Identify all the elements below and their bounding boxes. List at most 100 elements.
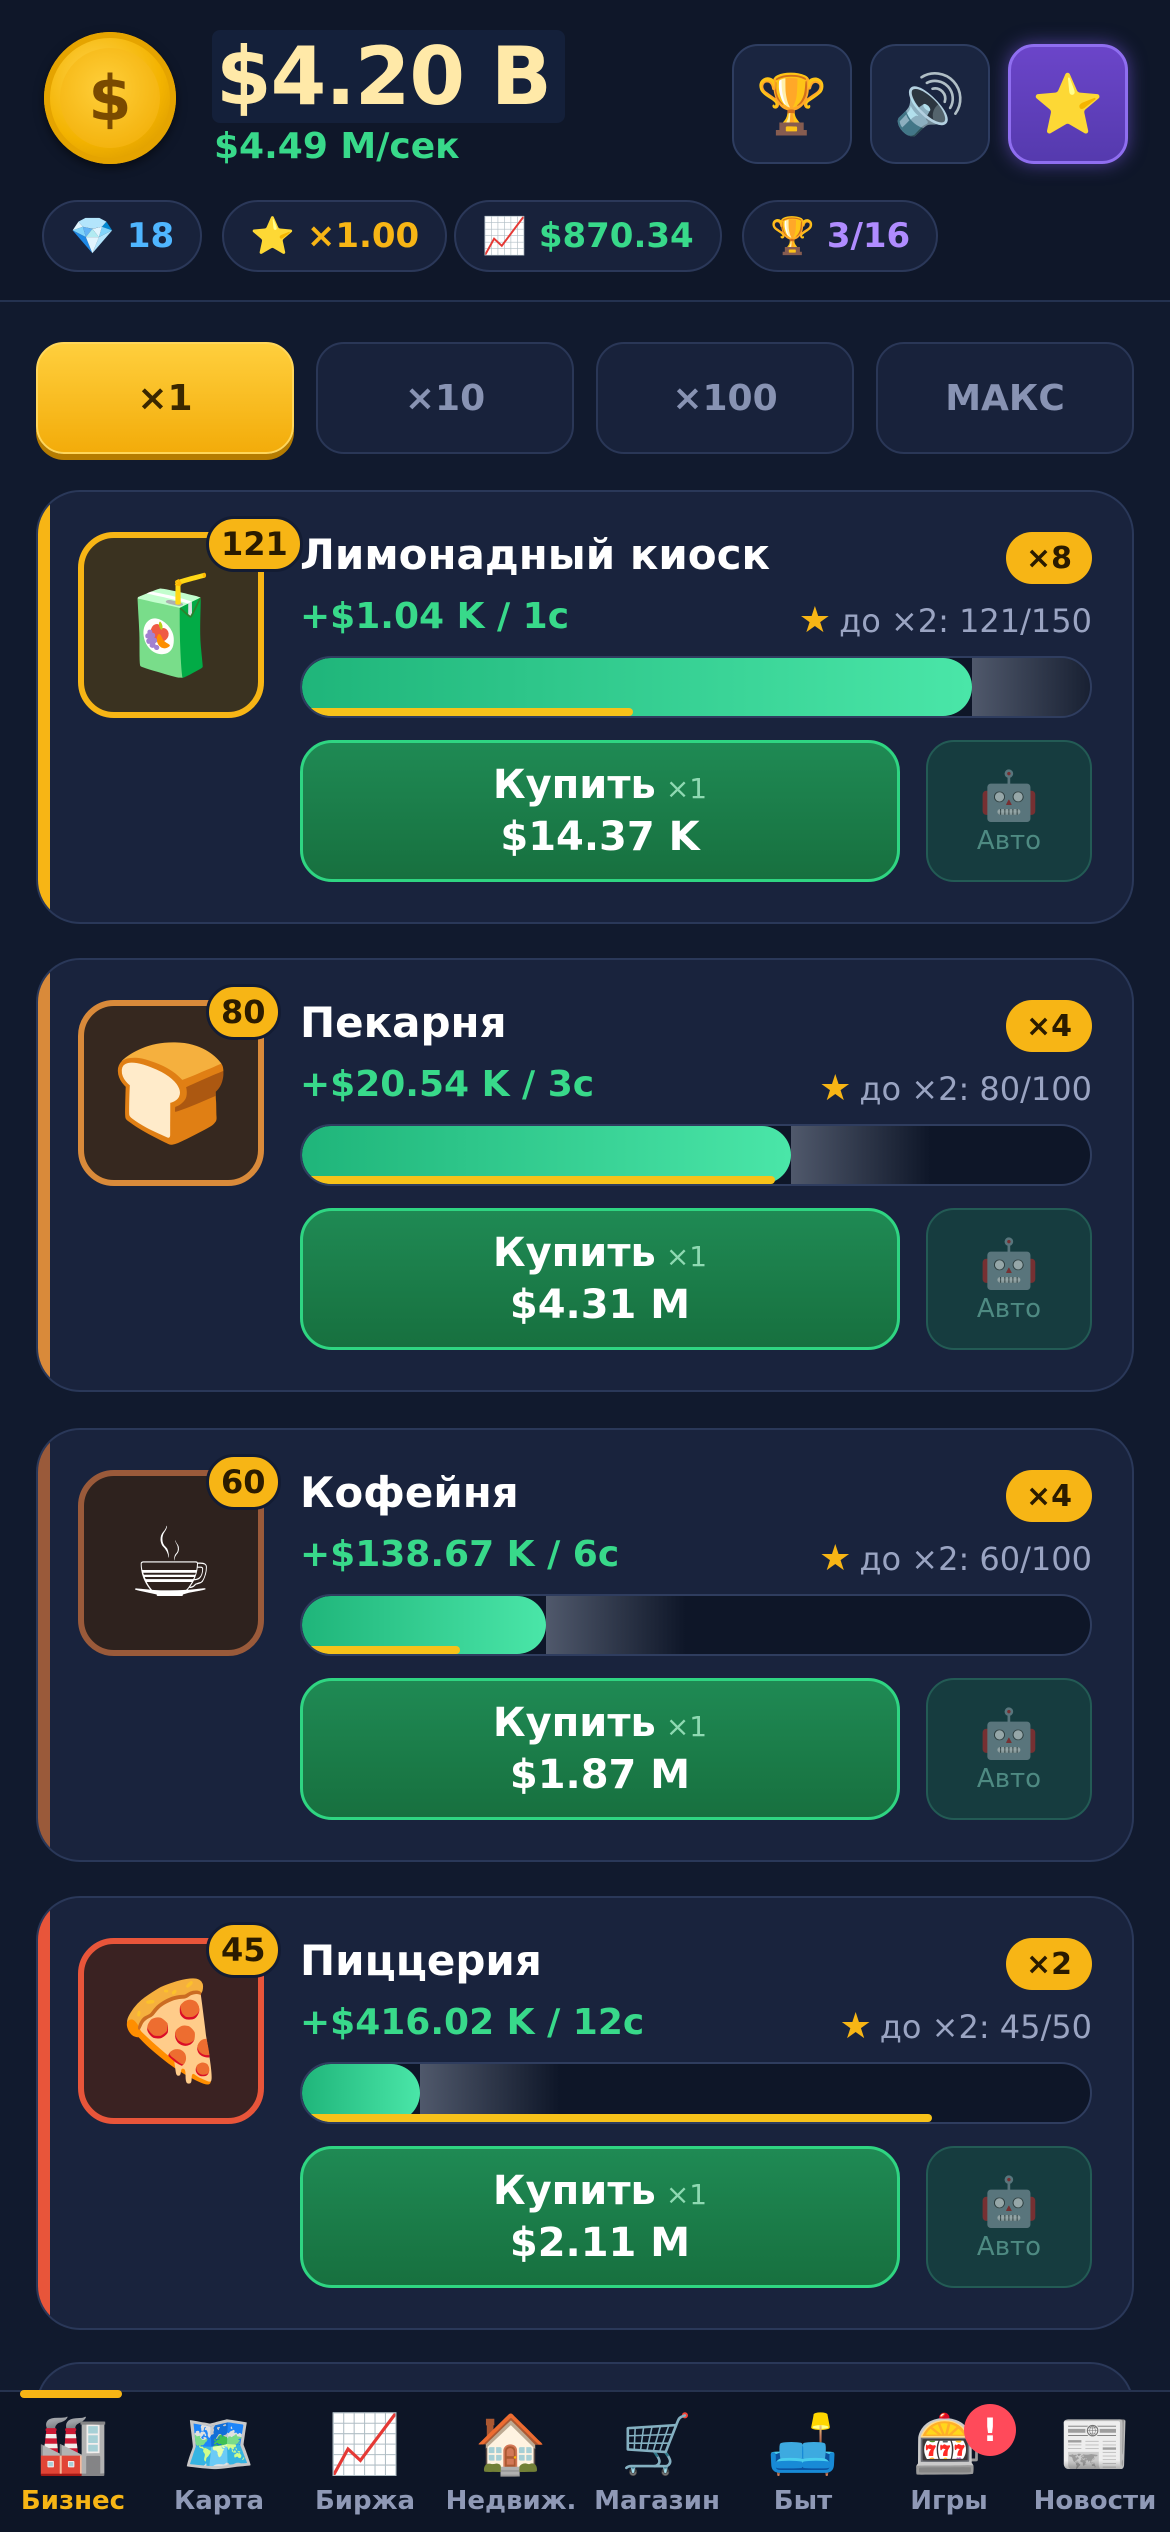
business-card: 🧃 121 Лимонадный киоск ×8 +$1.04 K / 1с … xyxy=(36,490,1134,924)
prestige-multiplier-chip[interactable]: ⭐ ×1.00 xyxy=(222,200,448,272)
progress-glow xyxy=(546,1596,687,1654)
income-rate: $4.49 M/сек xyxy=(214,126,460,167)
auto-manager-button[interactable]: 🤖 Авто xyxy=(926,1208,1092,1350)
nav-item-5[interactable]: 🛋️ Быт xyxy=(730,2408,876,2528)
milestone-progress-fill xyxy=(302,1176,775,1184)
business-card: ☕ 60 Кофейня ×4 +$138.67 K / 6с ★ до ×2:… xyxy=(36,1428,1134,1862)
stock-chip[interactable]: 📈 $870.34 xyxy=(454,200,722,272)
buy-quantity: ×1 xyxy=(665,772,708,805)
milestone-goal-text: до ×2: 45/50 xyxy=(879,2007,1092,2046)
nav-label: Магазин xyxy=(594,2486,720,2516)
gems-value: 18 xyxy=(126,216,175,256)
star-icon: ⭐ xyxy=(1031,69,1105,138)
star-icon: ★ xyxy=(798,600,832,641)
business-card: 🍞 80 Пекарня ×4 +$20.54 K / 3с ★ до ×2: … xyxy=(36,958,1134,1392)
star-icon: ★ xyxy=(819,1538,852,1579)
factory-icon: 🏭 xyxy=(36,2410,110,2478)
coin-icon: $ xyxy=(44,32,176,164)
business-name: Лимонадный киоск xyxy=(300,530,771,579)
achievements-value: 3/16 xyxy=(826,216,911,256)
business-income: +$138.67 K / 6с xyxy=(300,1534,620,1575)
nav-item-2[interactable]: 📈 Биржа xyxy=(292,2408,438,2528)
auto-label: Авто xyxy=(976,2231,1042,2262)
business-name: Пекарня xyxy=(300,998,507,1047)
bread-icon: 🍞 xyxy=(111,1036,231,1149)
auto-manager-button[interactable]: 🤖 Авто xyxy=(926,740,1092,882)
nav-item-4[interactable]: 🛒 Магазин xyxy=(584,2408,730,2528)
buy-price: $2.11 M xyxy=(509,2220,691,2266)
sound-button[interactable]: 🔊 xyxy=(870,44,990,164)
chart-up-icon: 📈 xyxy=(328,2410,402,2478)
nav-label: Игры xyxy=(910,2486,988,2516)
speaker-icon: 🔊 xyxy=(893,69,967,138)
achievements-chip[interactable]: 🏆 3/16 xyxy=(742,200,939,272)
stock-value: $870.34 xyxy=(538,216,694,256)
balance-value: $4.20 B xyxy=(212,30,565,123)
production-progress-bar xyxy=(300,656,1092,718)
nav-item-0[interactable]: 🏭 Бизнес xyxy=(0,2408,146,2528)
prestige-multiplier-value: ×1.00 xyxy=(306,216,420,256)
robot-icon: 🤖 xyxy=(979,767,1039,824)
tab-multiplier-max[interactable]: МАКС xyxy=(876,342,1134,454)
robot-icon: 🤖 xyxy=(979,1235,1039,1292)
buy-button[interactable]: Купить ×1 $2.11 M xyxy=(300,2146,900,2288)
progress-glow xyxy=(971,658,1090,716)
business-level-badge: 45 xyxy=(206,1922,281,1978)
sofa-icon: 🛋️ xyxy=(766,2410,840,2478)
buy-button[interactable]: Купить ×1 $1.87 M xyxy=(300,1678,900,1820)
pizza-icon: 🍕 xyxy=(111,1974,231,2087)
premium-button[interactable]: ⭐ xyxy=(1008,44,1128,164)
map-icon: 🗺️ xyxy=(182,2410,256,2478)
nav-label: Бизнес xyxy=(20,2486,126,2516)
trophy-icon: 🏆 xyxy=(755,69,829,138)
top-bar: $ $4.20 B $4.49 M/сек 🏆 🔊 ⭐ 💎 18 ⭐ ×1.00… xyxy=(0,0,1170,302)
milestone-goal-text: до ×2: 121/150 xyxy=(839,601,1092,640)
robot-icon: 🤖 xyxy=(979,1705,1039,1762)
tab-multiplier-x1[interactable]: ×1 xyxy=(36,342,294,454)
card-accent-stripe xyxy=(38,1430,50,1860)
auto-manager-button[interactable]: 🤖 Авто xyxy=(926,2146,1092,2288)
buy-price: $1.87 M xyxy=(509,1752,691,1798)
production-progress-bar xyxy=(300,1124,1092,1186)
buy-price: $4.31 M xyxy=(509,1282,691,1328)
nav-label: Карта xyxy=(173,2486,265,2516)
star-icon: ★ xyxy=(819,1068,852,1109)
achievements-button[interactable]: 🏆 xyxy=(732,44,852,164)
card-accent-stripe xyxy=(38,492,50,922)
tab-multiplier-x10[interactable]: ×10 xyxy=(316,342,574,454)
robot-icon: 🤖 xyxy=(979,2173,1039,2230)
nav-item-3[interactable]: 🏠 Недвиж. xyxy=(438,2408,584,2528)
buy-label: Купить xyxy=(492,1230,656,1276)
nav-item-1[interactable]: 🗺️ Карта xyxy=(146,2408,292,2528)
coffee-icon: ☕ xyxy=(127,1507,215,1619)
buy-label: Купить xyxy=(492,2168,656,2214)
nav-label: Быт xyxy=(773,2486,833,2516)
business-income: +$416.02 K / 12с xyxy=(300,2002,645,2043)
auto-manager-button[interactable]: 🤖 Авто xyxy=(926,1678,1092,1820)
business-multiplier-badge: ×2 xyxy=(1005,1938,1092,1990)
games-notification-badge: ! xyxy=(964,2404,1016,2456)
milestone-goal: ★ до ×2: 45/50 xyxy=(840,2006,1093,2047)
milestone-progress-fill xyxy=(302,708,633,716)
production-progress-bar xyxy=(300,1594,1092,1656)
chart-up-icon: 📈 xyxy=(482,216,527,257)
nav-item-7[interactable]: 📰 Новости xyxy=(1022,2408,1168,2528)
business-income: +$1.04 K / 1с xyxy=(300,596,570,637)
milestone-progress-fill xyxy=(302,1646,460,1654)
business-level-badge: 121 xyxy=(206,516,303,572)
active-tab-indicator xyxy=(20,2390,122,2398)
buy-button[interactable]: Купить ×1 $14.37 K xyxy=(300,740,900,882)
gems-chip[interactable]: 💎 18 xyxy=(42,200,203,272)
business-income: +$20.54 K / 3с xyxy=(300,1064,595,1105)
progress-glow xyxy=(790,1126,931,1184)
tab-multiplier-x100[interactable]: ×100 xyxy=(596,342,854,454)
milestone-progress-fill xyxy=(302,2114,933,2122)
business-level-badge: 80 xyxy=(206,984,281,1040)
production-progress-bar xyxy=(300,2062,1092,2124)
nav-label: Биржа xyxy=(314,2486,416,2516)
card-accent-stripe xyxy=(38,960,50,1390)
buy-button[interactable]: Купить ×1 $4.31 M xyxy=(300,1208,900,1350)
star-icon: ★ xyxy=(839,2006,872,2047)
card-accent-stripe xyxy=(38,1898,50,2328)
gem-icon: 💎 xyxy=(70,216,115,257)
